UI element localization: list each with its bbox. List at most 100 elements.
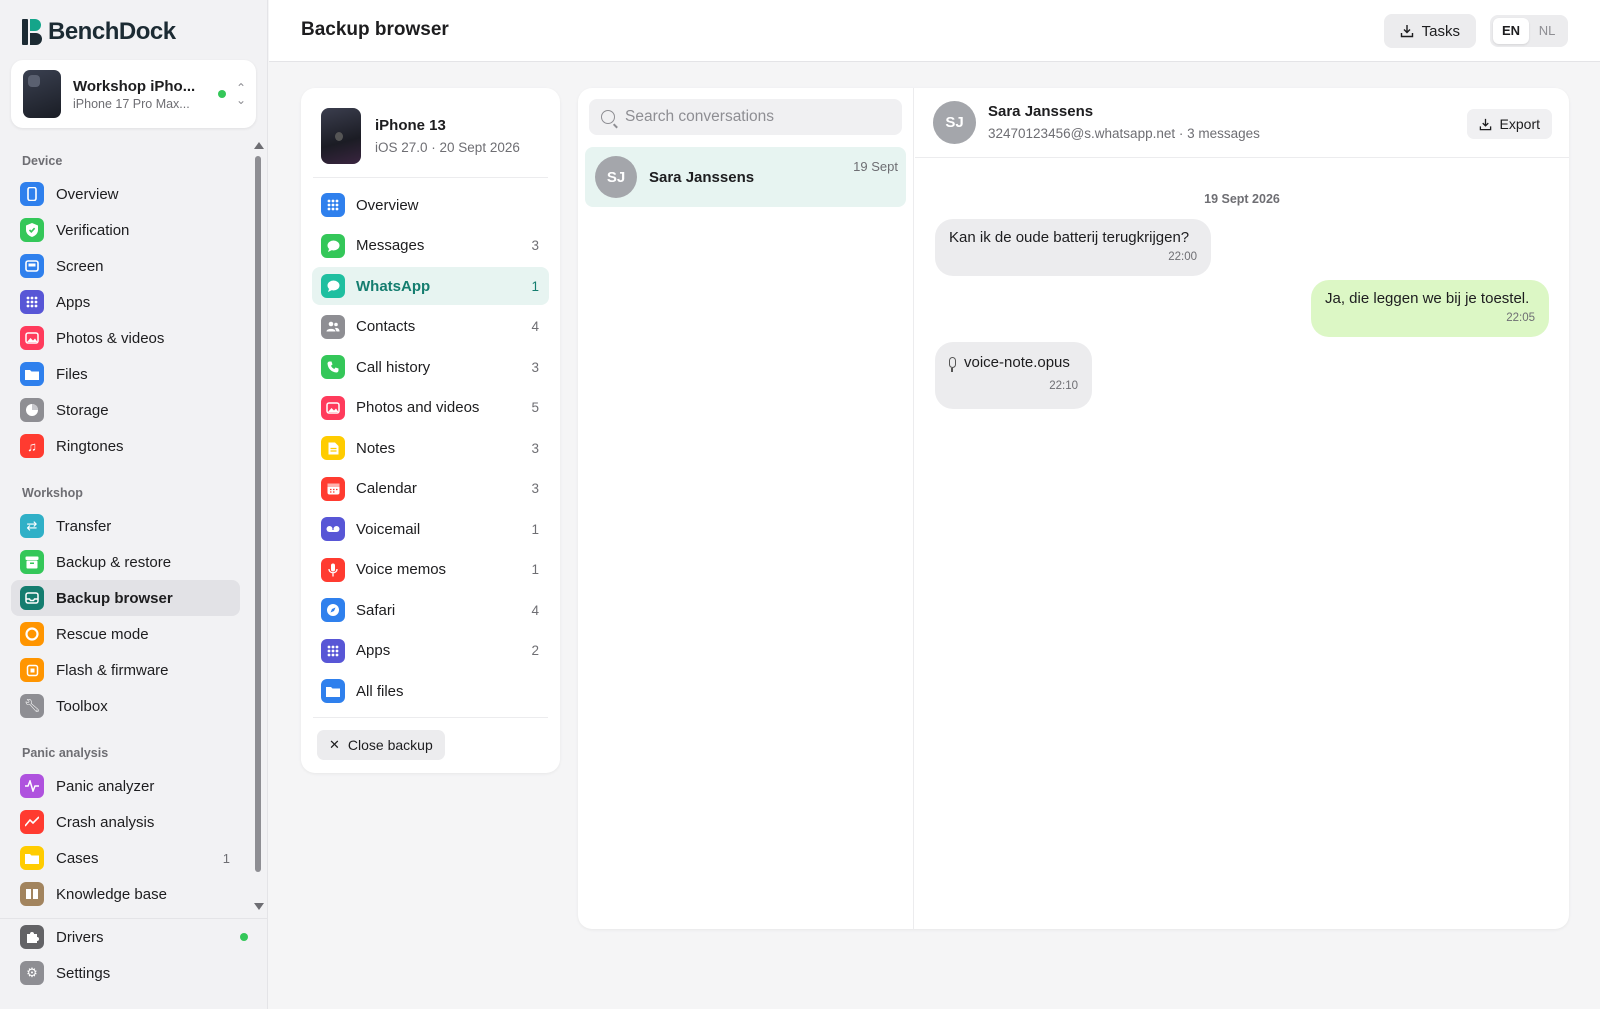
sidebar-item-label: Backup & restore	[56, 553, 172, 571]
sidebar-item-transfer[interactable]: ⇄ Transfer	[11, 508, 240, 544]
category-apps[interactable]: Apps 2	[312, 632, 549, 670]
sidebar-item-ringtones[interactable]: ♫ Ringtones	[11, 428, 240, 464]
conversation-name: Sara Janssens	[649, 168, 755, 186]
sidebar: BenchDock Workshop iPho... iPhone 17 Pro…	[0, 0, 268, 1009]
category-contacts[interactable]: Contacts 4	[312, 308, 549, 346]
chip-icon	[20, 658, 44, 682]
sidebar-item-storage[interactable]: Storage	[11, 392, 240, 428]
category-whatsapp[interactable]: WhatsApp 1	[312, 267, 549, 305]
trend-icon	[20, 810, 44, 834]
lang-nl-button[interactable]: NL	[1529, 18, 1565, 44]
book-icon	[20, 882, 44, 906]
thread-header: SJ Sara Janssens 32470123456@s.whatsapp.…	[915, 88, 1569, 158]
mic-icon	[321, 557, 345, 582]
app-logo[interactable]: BenchDock	[22, 18, 176, 46]
sidebar-item-label: Photos & videos	[56, 329, 165, 347]
scroll-down-arrow-icon[interactable]	[254, 903, 264, 910]
sidebar-nav: Device Overview Verification Screen Apps…	[0, 140, 252, 912]
category-voicemail[interactable]: Voicemail 1	[312, 510, 549, 548]
sidebar-item-knowledge-base[interactable]: Knowledge base	[11, 876, 240, 912]
tasks-button[interactable]: Tasks	[1383, 14, 1476, 48]
sidebar-item-label: Backup browser	[56, 589, 173, 607]
phone-icon	[20, 182, 44, 206]
sidebar-item-crash-analysis[interactable]: Crash analysis	[11, 804, 240, 840]
calendar-icon	[321, 476, 345, 501]
category-label: Call history	[356, 358, 431, 376]
avatar: SJ	[933, 101, 976, 144]
sidebar-item-verification[interactable]: Verification	[11, 212, 240, 248]
search-input[interactable]	[625, 108, 895, 126]
category-label: Overview	[356, 196, 419, 214]
category-overview[interactable]: Overview	[312, 186, 549, 224]
scrollbar-thumb[interactable]	[255, 156, 261, 872]
export-label: Export	[1499, 116, 1540, 132]
sidebar-item-label: Cases	[56, 849, 99, 867]
voice-note-bubble[interactable]: voice-note.opus 22:10	[935, 342, 1092, 409]
close-backup-button[interactable]: ✕ Close backup	[317, 730, 445, 760]
sidebar-item-label: Rescue mode	[56, 625, 149, 643]
sidebar-item-photos-videos[interactable]: Photos & videos	[11, 320, 240, 356]
chevron-up-down-icon: ⌃ ⌄	[235, 81, 246, 107]
sidebar-item-label: Transfer	[56, 517, 112, 535]
category-calendar[interactable]: Calendar 3	[312, 470, 549, 508]
backup-categories-panel: iPhone 13 iOS 27.0 · 20 Sept 2026 Overvi…	[301, 88, 560, 773]
category-label: Contacts	[356, 318, 416, 335]
sidebar-item-cases[interactable]: Cases 1	[11, 840, 240, 876]
grid-icon	[321, 193, 345, 217]
category-all-files[interactable]: All files	[312, 672, 549, 710]
sidebar-item-panic-analyzer[interactable]: Panic analyzer	[11, 768, 240, 804]
category-count: 3	[531, 238, 539, 253]
sidebar-item-toolbox[interactable]: 🔧︎ Toolbox	[11, 688, 240, 724]
sidebar-item-apps[interactable]: Apps	[11, 284, 240, 320]
category-count: 1	[531, 562, 539, 577]
category-messages[interactable]: Messages 3	[312, 227, 549, 265]
conversation-list: SJ Sara Janssens 19 Sept	[578, 88, 914, 929]
sidebar-item-label: Settings	[56, 964, 111, 982]
compass-icon	[321, 598, 345, 622]
wrench-icon: 🔧︎	[20, 694, 44, 718]
sidebar-item-label: Ringtones	[56, 437, 124, 455]
sidebar-item-drivers[interactable]: Drivers	[11, 919, 248, 955]
sidebar-item-settings[interactable]: ⚙ Settings	[11, 955, 248, 991]
iphone-thumbnail	[321, 108, 361, 164]
pie-chart-icon	[20, 398, 44, 422]
backup-device-header: iPhone 13 iOS 27.0 · 20 Sept 2026	[321, 108, 520, 164]
device-selector[interactable]: Workshop iPho... iPhone 17 Pro Max... ⌃ ⌄	[11, 60, 256, 128]
message-time: 22:05	[1506, 312, 1535, 324]
export-button[interactable]: Export	[1466, 109, 1552, 139]
scroll-up-arrow-icon[interactable]	[254, 142, 264, 149]
category-safari[interactable]: Safari 4	[312, 591, 549, 629]
close-icon: ✕	[329, 737, 340, 752]
shield-check-icon	[20, 218, 44, 242]
category-count: 3	[531, 359, 539, 375]
sidebar-item-label: Toolbox	[56, 697, 108, 715]
message-time: 22:00	[1168, 251, 1197, 263]
close-backup-label: Close backup	[347, 737, 433, 753]
section-device: Device	[22, 154, 63, 168]
sidebar-item-backup-restore[interactable]: Backup & restore	[11, 544, 240, 580]
lang-en-button[interactable]: EN	[1493, 18, 1529, 44]
category-notes[interactable]: Notes 3	[312, 429, 549, 467]
message-text: Kan ik de oude batterij terugkrijgen?	[949, 229, 1190, 246]
message-time: 22:10	[1049, 380, 1078, 392]
message-bubble-incoming[interactable]: Kan ik de oude batterij terugkrijgen? 22…	[935, 219, 1211, 276]
sidebar-item-overview[interactable]: Overview	[11, 176, 240, 212]
sidebar-scrollbar[interactable]	[252, 140, 264, 912]
category-voice-memos[interactable]: Voice memos 1	[312, 551, 549, 589]
photo-icon	[321, 395, 345, 420]
category-count: 4	[531, 602, 539, 618]
category-call-history[interactable]: Call history 3	[312, 348, 549, 386]
message-bubble-outgoing[interactable]: Ja, die leggen we bij je toestel. 22:05	[1311, 280, 1549, 337]
conversation-item[interactable]: SJ Sara Janssens 19 Sept	[585, 147, 906, 207]
category-photos-videos[interactable]: Photos and videos 5	[312, 389, 549, 427]
search-box[interactable]	[589, 99, 902, 135]
sidebar-footer: Drivers ⚙ Settings	[0, 918, 268, 991]
sidebar-item-flash-firmware[interactable]: Flash & firmware	[11, 652, 240, 688]
sidebar-item-rescue-mode[interactable]: Rescue mode	[11, 616, 240, 652]
sidebar-item-screen[interactable]: Screen	[11, 248, 240, 284]
benchdock-logo-icon	[22, 19, 42, 45]
backup-device-info: iOS 27.0 · 20 Sept 2026	[375, 140, 520, 155]
sidebar-item-files[interactable]: Files	[11, 356, 240, 392]
sidebar-item-backup-browser[interactable]: Backup browser	[11, 580, 240, 616]
sidebar-item-label: Verification	[56, 221, 130, 239]
